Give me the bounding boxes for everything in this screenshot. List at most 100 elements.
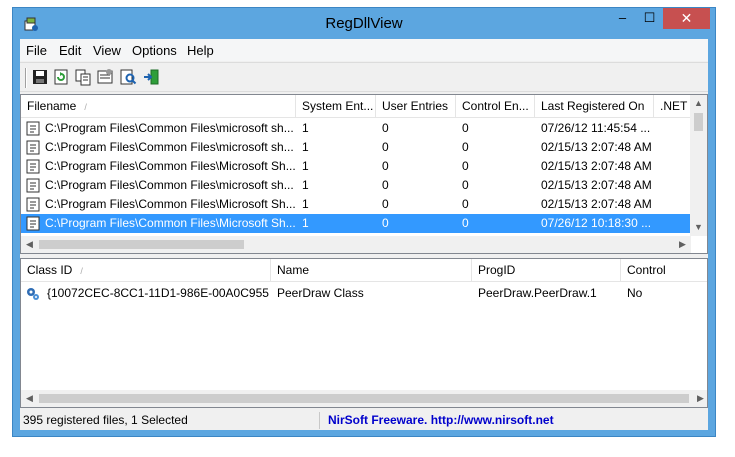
entries-list-header: Class ID / Name ProgID Control <box>21 259 707 282</box>
menu-options[interactable]: Options <box>132 43 177 58</box>
save-icon[interactable] <box>31 68 49 86</box>
close-button[interactable]: ✕ <box>663 8 710 29</box>
scroll-up-icon[interactable]: ▲ <box>690 95 707 112</box>
file-table-row[interactable]: C:\Program Files\Common Files\microsoft … <box>21 119 691 138</box>
column-header-control-entries[interactable]: Control En... <box>456 95 535 118</box>
dll-file-icon <box>26 197 40 212</box>
minimize-button[interactable]: ‒ <box>609 8 636 29</box>
row-system-entries: 1 <box>302 178 309 192</box>
files-horizontal-scrollbar[interactable]: ◀ ▶ <box>21 236 691 253</box>
row-filename: C:\Program Files\Common Files\Microsoft … <box>45 197 295 211</box>
row-user-entries: 0 <box>382 197 389 211</box>
dll-file-icon <box>26 140 40 155</box>
row-filename: C:\Program Files\Common Files\microsoft … <box>45 121 294 135</box>
properties-icon[interactable] <box>96 68 114 86</box>
status-credit: NirSoft Freeware. http://www.nirsoft.net <box>323 412 708 429</box>
row-filename: C:\Program Files\Common Files\microsoft … <box>45 178 294 192</box>
refresh-icon[interactable] <box>52 68 70 86</box>
row-last-registered: 02/15/13 2:07:48 AM <box>541 178 652 192</box>
dll-file-icon <box>26 159 40 174</box>
column-label-class-id: Class ID <box>27 263 73 277</box>
client-area: File Edit View Options Help Filename / S… <box>20 39 708 430</box>
nirsoft-link[interactable]: NirSoft Freeware. http://www.nirsoft.net <box>328 413 554 427</box>
toolbar-grip <box>25 68 27 88</box>
files-list-header: Filename / System Ent... User Entries Con… <box>21 95 707 118</box>
column-header-name[interactable]: Name <box>271 259 472 282</box>
copy-icon[interactable] <box>74 68 92 86</box>
row-control-entries: 0 <box>462 216 469 230</box>
column-header-system-entries[interactable]: System Ent... <box>296 95 376 118</box>
row-control: No <box>627 286 643 300</box>
row-system-entries: 1 <box>302 121 309 135</box>
row-last-registered: 07/26/12 11:45:54 ... <box>541 121 651 135</box>
sort-indicator-icon: / <box>80 266 83 276</box>
file-table-row[interactable]: C:\Program Files\Common Files\Microsoft … <box>21 157 691 176</box>
file-table-row[interactable]: C:\Program Files\Common Files\microsoft … <box>21 138 691 157</box>
column-header-last-registered[interactable]: Last Registered On <box>535 95 654 118</box>
title-bar[interactable]: RegDllView ‒ ☐ ✕ <box>13 8 715 39</box>
row-system-entries: 1 <box>302 197 309 211</box>
column-header-class-id[interactable]: Class ID / <box>21 259 271 282</box>
column-header-progid[interactable]: ProgID <box>472 259 621 282</box>
menu-bar: File Edit View Options Help <box>20 39 708 61</box>
gears-icon <box>27 288 39 300</box>
row-name: PeerDraw Class <box>277 286 364 300</box>
row-last-registered: 02/15/13 2:07:48 AM <box>541 140 652 154</box>
row-filename: C:\Program Files\Common Files\Microsoft … <box>45 216 295 230</box>
row-user-entries: 0 <box>382 121 389 135</box>
row-last-registered: 07/26/12 10:18:30 ... <box>541 216 652 230</box>
sort-indicator-icon: / <box>84 102 87 112</box>
dll-file-icon <box>26 178 40 193</box>
status-bar: 395 registered files, 1 Selected NirSoft… <box>20 410 708 430</box>
row-control-entries: 0 <box>462 197 469 211</box>
row-user-entries: 0 <box>382 216 389 230</box>
menu-view[interactable]: View <box>93 43 121 58</box>
menu-file[interactable]: File <box>26 43 47 58</box>
scroll-down-icon[interactable]: ▼ <box>690 219 707 236</box>
entries-horizontal-scroll-thumb[interactable] <box>39 394 689 403</box>
column-header-dotnet[interactable]: .NET <box>654 95 691 118</box>
row-control-entries: 0 <box>462 159 469 173</box>
files-vertical-scroll-thumb[interactable] <box>694 113 703 131</box>
row-last-registered: 02/15/13 2:07:48 AM <box>541 159 652 173</box>
row-filename: C:\Program Files\Common Files\Microsoft … <box>45 159 295 173</box>
scroll-right-icon[interactable]: ▶ <box>692 390 707 407</box>
row-last-registered: 02/15/13 2:07:48 AM <box>541 197 652 211</box>
row-filename: C:\Program Files\Common Files\microsoft … <box>45 140 294 154</box>
row-control-entries: 0 <box>462 121 469 135</box>
status-summary: 395 registered files, 1 Selected <box>20 412 320 429</box>
row-user-entries: 0 <box>382 159 389 173</box>
file-table-row[interactable]: C:\Program Files\Common Files\Microsoft … <box>21 195 691 214</box>
files-horizontal-scroll-thumb[interactable] <box>39 240 244 249</box>
file-table-row[interactable]: C:\Program Files\Common Files\Microsoft … <box>21 214 691 233</box>
row-progid: PeerDraw.PeerDraw.1 <box>478 286 597 300</box>
registry-entries-list[interactable]: Class ID / Name ProgID Control {10072CEC-… <box>20 258 708 408</box>
column-header-control[interactable]: Control <box>621 259 707 282</box>
maximize-button[interactable]: ☐ <box>636 8 663 29</box>
row-system-entries: 1 <box>302 216 309 230</box>
scroll-left-icon[interactable]: ◀ <box>21 390 38 407</box>
row-system-entries: 1 <box>302 140 309 154</box>
main-window: RegDllView ‒ ☐ ✕ File Edit View Options … <box>12 7 716 437</box>
row-control-entries: 0 <box>462 140 469 154</box>
toolbar <box>20 62 708 92</box>
exit-icon[interactable] <box>142 68 160 86</box>
column-header-filename[interactable]: Filename / <box>21 95 296 118</box>
file-table-row[interactable]: C:\Program Files\Common Files\microsoft … <box>21 176 691 195</box>
menu-edit[interactable]: Edit <box>59 43 81 58</box>
row-user-entries: 0 <box>382 140 389 154</box>
column-label-filename: Filename <box>27 99 77 113</box>
dll-file-icon <box>26 216 40 231</box>
entry-table-row[interactable]: {10072CEC-8CC1-11D1-986E-00A0C955B... Pee… <box>21 284 707 303</box>
scroll-right-icon[interactable]: ▶ <box>674 236 691 253</box>
files-vertical-scrollbar[interactable]: ▲ ▼ <box>690 95 707 236</box>
column-header-user-entries[interactable]: User Entries <box>376 95 456 118</box>
entries-horizontal-scrollbar[interactable]: ◀ ▶ <box>21 390 707 407</box>
find-icon[interactable] <box>119 68 137 86</box>
scroll-left-icon[interactable]: ◀ <box>21 236 38 253</box>
registered-files-list[interactable]: Filename / System Ent... User Entries Con… <box>20 94 708 254</box>
menu-help[interactable]: Help <box>187 43 214 58</box>
row-class-id: {10072CEC-8CC1-11D1-986E-00A0C955B... <box>47 286 269 300</box>
row-system-entries: 1 <box>302 159 309 173</box>
row-user-entries: 0 <box>382 178 389 192</box>
